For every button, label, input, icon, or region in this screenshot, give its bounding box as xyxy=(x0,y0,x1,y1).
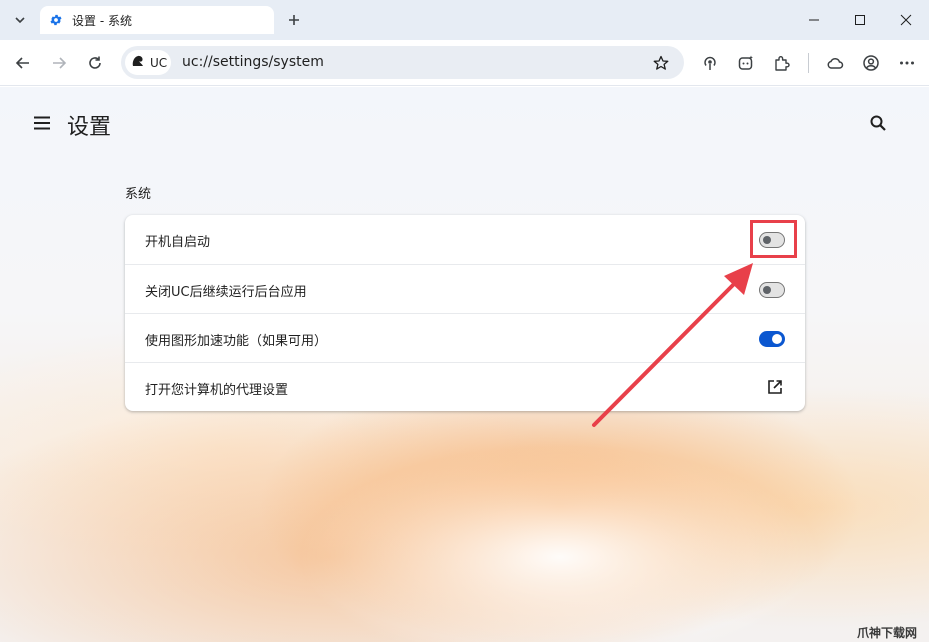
address-bar[interactable]: UC uc://settings/system xyxy=(121,46,684,79)
site-chip-label: UC xyxy=(150,55,168,70)
watermark-text: 爪神下载网 xyxy=(857,626,918,640)
tab-title: 设置 - 系统 xyxy=(72,13,132,28)
gear-icon xyxy=(48,12,64,28)
cloud-sync-icon[interactable] xyxy=(820,48,850,78)
browser-toolbar: UC uc://settings/system xyxy=(0,40,929,86)
site-info-chip[interactable]: UC xyxy=(125,50,171,75)
tab-search-chevron-down-icon[interactable] xyxy=(6,6,34,34)
url-text[interactable]: uc://settings/system xyxy=(182,54,324,70)
uc-squirrel-logo-icon xyxy=(131,53,145,72)
tab-strip: 设置 - 系统 xyxy=(0,0,929,40)
maximize-icon[interactable] xyxy=(837,0,883,40)
ai-assistant-icon[interactable] xyxy=(731,48,761,78)
profile-avatar-icon[interactable] xyxy=(856,48,886,78)
active-tab[interactable]: 设置 - 系统 xyxy=(40,6,274,34)
new-tab-plus-icon[interactable] xyxy=(281,7,307,33)
reload-icon[interactable] xyxy=(80,48,110,78)
more-menu-icon[interactable] xyxy=(892,48,922,78)
close-icon[interactable] xyxy=(883,0,929,40)
forward-arrow-icon[interactable] xyxy=(44,48,74,78)
bookmark-star-icon[interactable] xyxy=(648,50,674,76)
minimize-icon[interactable] xyxy=(791,0,837,40)
podcast-broadcast-icon[interactable] xyxy=(695,48,725,78)
back-arrow-icon[interactable] xyxy=(8,48,38,78)
annotation-arrow xyxy=(592,263,753,427)
toolbar-divider xyxy=(808,53,809,73)
extensions-puzzle-icon[interactable] xyxy=(767,48,797,78)
settings-page: 设置 系统 开机自启动 关闭UC后继续运行后台应用 使用图形加速功能（如果可用）… xyxy=(0,87,929,642)
